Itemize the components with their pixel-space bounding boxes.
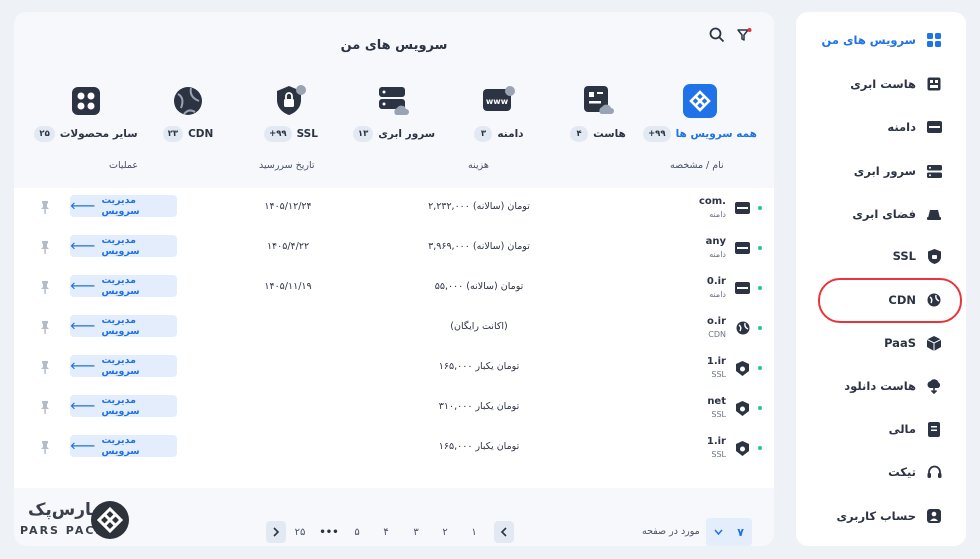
page-link[interactable]: ۴ bbox=[376, 521, 396, 543]
cdn-highlight-ring bbox=[818, 278, 962, 323]
arrow-left-icon: 🡐 bbox=[70, 360, 96, 372]
parspack-logo: پارس‌پک PARS PACK bbox=[18, 500, 130, 544]
category-count: ۱۳ bbox=[352, 126, 374, 142]
headset-icon bbox=[926, 464, 942, 480]
filter-icon[interactable] bbox=[736, 27, 754, 45]
pin-icon[interactable] bbox=[40, 359, 52, 374]
page-title: سرویس های من bbox=[340, 38, 448, 53]
page-ellipsis: ••• bbox=[319, 526, 339, 538]
manage-service-button[interactable]: مدیریت سرویس 🡐 bbox=[70, 315, 177, 337]
manage-service-button[interactable]: مدیریت سرویس 🡐 bbox=[70, 435, 177, 457]
page-link[interactable]: ۵ bbox=[347, 521, 367, 543]
other-products-icon bbox=[69, 84, 103, 118]
column-header-name: نام / مشخصه bbox=[670, 160, 724, 171]
server-icon bbox=[926, 163, 942, 179]
lock-icon bbox=[926, 248, 942, 264]
sidebar-item-finance[interactable]: مالی bbox=[796, 411, 966, 447]
domain-icon bbox=[926, 119, 942, 135]
category-count: +۹۹ bbox=[264, 126, 292, 142]
arrow-left-icon: 🡐 bbox=[70, 320, 96, 332]
sidebar-item-cloud-storage[interactable]: فضای ابری bbox=[796, 196, 966, 232]
pin-icon[interactable] bbox=[40, 399, 52, 414]
sidebar-item-ssl[interactable]: SSL bbox=[796, 238, 966, 274]
category-other-products[interactable]: سایر محصولات ۲۵ bbox=[31, 84, 141, 142]
column-header-actions: عملیات bbox=[109, 160, 139, 171]
pin-icon[interactable] bbox=[40, 239, 52, 254]
per-page-select[interactable]: ۷ bbox=[706, 518, 752, 546]
column-header-cost: هزینه bbox=[468, 160, 489, 171]
table-row: 1.ir SSL ۱۶۵,۰۰۰ تومان یکبار مدیریت سروی… bbox=[14, 348, 774, 388]
next-page-button[interactable] bbox=[494, 521, 514, 543]
www-icon: www bbox=[482, 84, 516, 118]
sidebar-item-cloud-host[interactable]: هاست ابری bbox=[796, 66, 966, 102]
cdn-icon bbox=[171, 84, 205, 118]
user-icon bbox=[926, 508, 942, 524]
arrow-left-icon: 🡐 bbox=[70, 440, 96, 452]
services-table: com. دامنه ۲,۲۳۲,۰۰۰ تومان (سالانه) ۱۴۰۵… bbox=[14, 188, 774, 488]
manage-service-button[interactable]: مدیریت سرویس 🡐 bbox=[70, 195, 177, 217]
category-ssl[interactable]: SSL +۹۹ bbox=[236, 84, 346, 142]
cloud-host-icon bbox=[926, 76, 942, 92]
chevron-left-icon bbox=[500, 527, 507, 537]
table-row: o.ir CDN (اکانت رایگان) مدیریت سرویس 🡐 bbox=[14, 308, 774, 348]
grid-icon bbox=[926, 32, 942, 48]
svg-text:www: www bbox=[486, 97, 509, 106]
chevron-down-icon bbox=[714, 529, 723, 535]
prev-page-button[interactable] bbox=[266, 521, 286, 543]
page-link[interactable]: ۲۵ bbox=[289, 521, 311, 543]
per-page-label: مورد در صفحه bbox=[642, 526, 700, 537]
category-count: ۲۳ bbox=[162, 126, 184, 142]
column-header-due: تاریخ سررسید bbox=[259, 160, 315, 171]
page-link[interactable]: ۱ bbox=[464, 521, 484, 543]
table-row: any دامنه ۳,۹۶۹,۰۰۰ تومان (سالانه) ۱۴۰۵/… bbox=[14, 228, 774, 268]
cloud-storage-icon bbox=[926, 206, 942, 222]
host-icon bbox=[581, 84, 615, 118]
pin-icon[interactable] bbox=[40, 319, 52, 334]
category-count: ۳ bbox=[474, 126, 493, 142]
category-all-services[interactable]: همه سرویس ها +۹۹ bbox=[643, 84, 757, 142]
all-services-icon bbox=[683, 84, 717, 118]
table-row: 1.ir SSL ۱۶۵,۰۰۰ تومان یکبار مدیریت سروی… bbox=[14, 428, 774, 468]
category-domain[interactable]: www دامنه ۳ bbox=[444, 84, 554, 142]
cube-icon bbox=[926, 335, 942, 351]
sidebar-item-ticket[interactable]: تیکت bbox=[796, 454, 966, 490]
category-cloud-server[interactable]: سرور ابری ۱۳ bbox=[339, 84, 449, 142]
manage-service-button[interactable]: مدیریت سرویس 🡐 bbox=[70, 395, 177, 417]
manage-service-button[interactable]: مدیریت سرویس 🡐 bbox=[70, 275, 177, 297]
category-count: ۲۵ bbox=[34, 126, 55, 142]
ssl-icon bbox=[274, 84, 308, 118]
sidebar-item-account[interactable]: حساب کاربری bbox=[796, 498, 966, 534]
table-row: 0.ir دامنه ۵۵,۰۰۰ تومان (سالانه) ۱۴۰۵/۱۱… bbox=[14, 268, 774, 308]
page-link[interactable]: ۳ bbox=[406, 521, 426, 543]
chevron-right-icon bbox=[273, 527, 280, 537]
sidebar-item-paas[interactable]: PaaS bbox=[796, 325, 966, 361]
sidebar-item-domain[interactable]: دامنه bbox=[796, 109, 966, 145]
category-cdn[interactable]: CDN ۲۳ bbox=[133, 84, 243, 142]
sidebar-item-download-host[interactable]: هاست دانلود bbox=[796, 368, 966, 404]
category-host[interactable]: هاست ۴ bbox=[543, 84, 653, 142]
table-row: net SSL ۳۱۰,۰۰۰ تومان یکبار مدیریت سرویس… bbox=[14, 388, 774, 428]
arrow-left-icon: 🡐 bbox=[70, 200, 96, 212]
table-row: com. دامنه ۲,۲۳۲,۰۰۰ تومان (سالانه) ۱۴۰۵… bbox=[14, 188, 774, 228]
manage-service-button[interactable]: مدیریت سرویس 🡐 bbox=[70, 355, 177, 377]
manage-service-button[interactable]: مدیریت سرویس 🡐 bbox=[70, 235, 177, 257]
arrow-left-icon: 🡐 bbox=[70, 240, 96, 252]
invoice-icon bbox=[926, 421, 942, 437]
pin-icon[interactable] bbox=[40, 439, 52, 454]
cloud-server-icon bbox=[377, 84, 411, 118]
sidebar-item-cloud-server[interactable]: سرور ابری bbox=[796, 153, 966, 189]
cloud-download-icon bbox=[926, 378, 942, 394]
sidebar-item-my-services[interactable]: سرویس های من bbox=[796, 22, 966, 58]
arrow-left-icon: 🡐 bbox=[70, 280, 96, 292]
pin-icon[interactable] bbox=[40, 199, 52, 214]
page-link[interactable]: ۲ bbox=[435, 521, 455, 543]
arrow-left-icon: 🡐 bbox=[70, 400, 96, 412]
main-panel: سرویس های من همه سرویس ها +۹۹ هاست ۴ www… bbox=[14, 12, 774, 546]
pin-icon[interactable] bbox=[40, 279, 52, 294]
search-icon[interactable] bbox=[709, 27, 727, 45]
category-count: ۴ bbox=[570, 126, 589, 142]
logo-mark-icon bbox=[91, 501, 129, 539]
